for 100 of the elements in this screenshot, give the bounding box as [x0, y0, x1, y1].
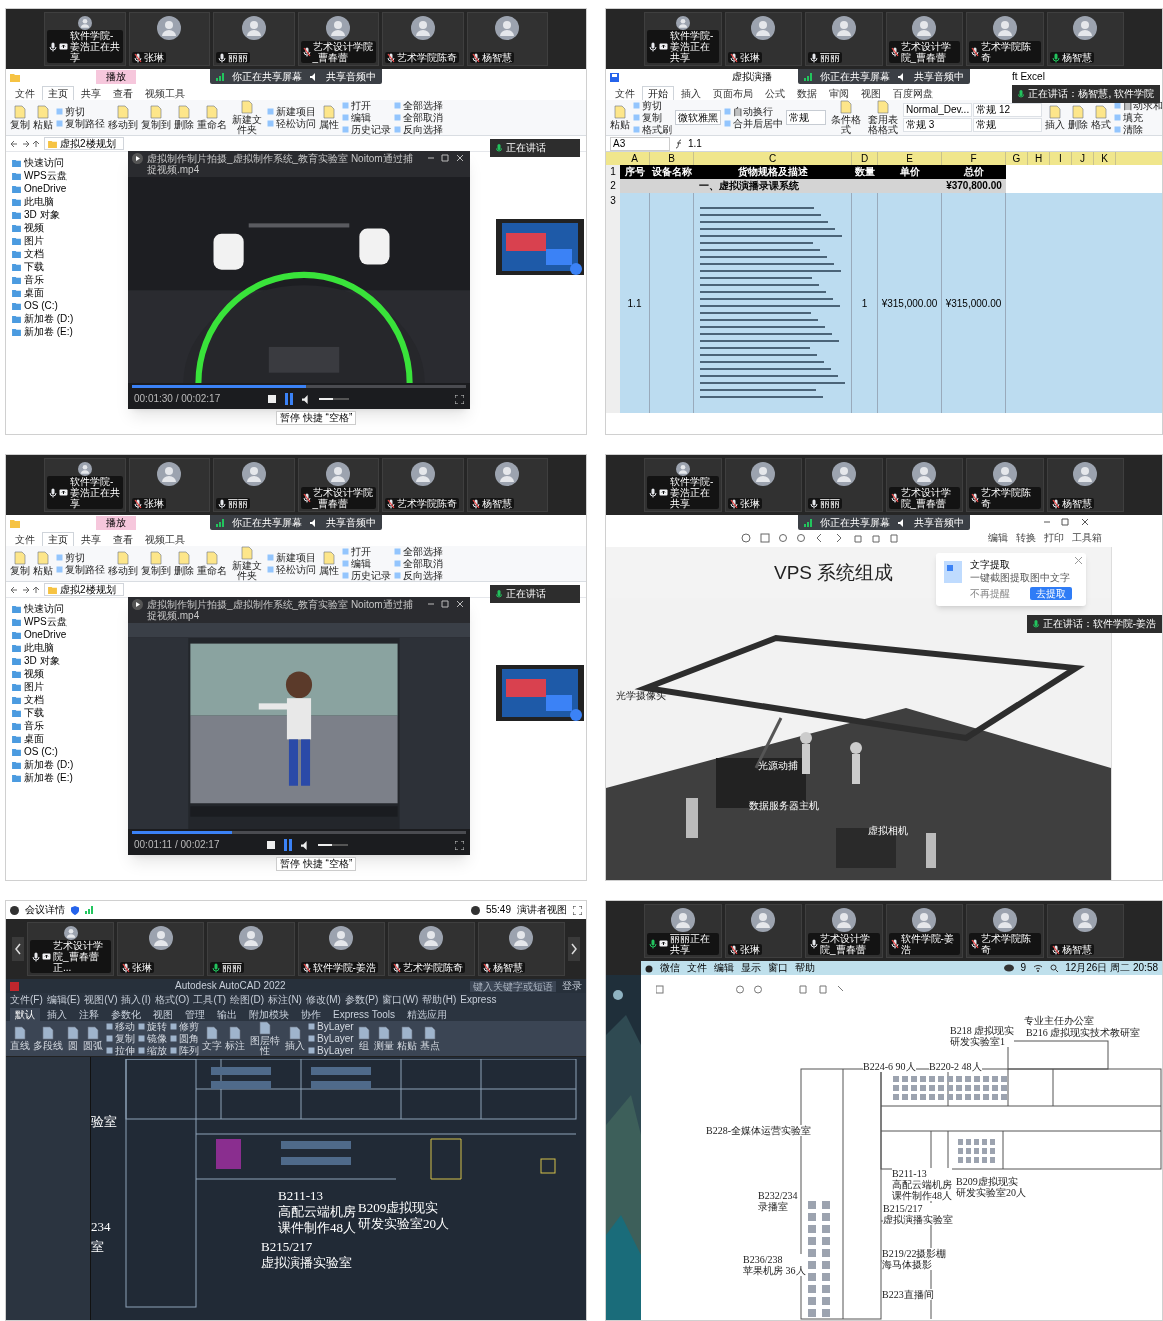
ribbon-button[interactable]: 新建文件夹	[230, 546, 264, 581]
nav-item[interactable]: WPS云盘	[12, 169, 96, 182]
ribbon-button[interactable]: 反向选择	[394, 124, 443, 135]
nav-item[interactable]: 图片	[12, 680, 96, 693]
ribbon-tab[interactable]: Express Tools	[328, 1008, 401, 1021]
ribbon-button[interactable]: 粘贴	[396, 1026, 417, 1051]
stop-icon[interactable]	[267, 841, 276, 849]
fullscreen-icon[interactable]	[573, 905, 582, 915]
ribbon-button[interactable]: 新建项目	[267, 106, 316, 117]
ribbon-button[interactable]: 移动	[106, 1021, 135, 1032]
ribbon-tab[interactable]: 协作	[296, 1008, 326, 1021]
ribbon-button[interactable]: 剪切	[633, 100, 672, 111]
ribbon-tab[interactable]: 查看	[108, 533, 138, 546]
ribbon-button[interactable]: 圆角	[170, 1033, 199, 1044]
menu-item[interactable]: 帮助	[795, 963, 815, 973]
pause-icon[interactable]	[283, 839, 294, 851]
name-box[interactable]: A3	[610, 136, 670, 151]
menu-item[interactable]: 插入(I)	[121, 994, 151, 1005]
ribbon-button[interactable]: 自动换行	[724, 106, 783, 117]
dropdown-field[interactable]: 微软雅黑	[675, 110, 721, 125]
menu-item[interactable]: 视图(V)	[84, 994, 118, 1005]
window-controls-icon[interactable]	[426, 599, 466, 609]
ribbon-button[interactable]: 历史记录	[342, 124, 391, 135]
menu-item[interactable]: 文件(F)	[10, 994, 43, 1005]
ribbon-button[interactable]: 阵列	[170, 1045, 199, 1056]
toolbar-button[interactable]: 转换	[1016, 533, 1036, 543]
ribbon-button[interactable]: 镜像	[138, 1033, 167, 1044]
ribbon-button[interactable]: 条件格式	[829, 100, 863, 135]
sign-in-button[interactable]: 登录	[562, 981, 582, 991]
ribbon-button[interactable]: 全部选择	[394, 546, 443, 557]
dismiss-link[interactable]: 不再提醒	[970, 588, 1010, 599]
cell-style[interactable]: 常规 3	[903, 118, 973, 132]
nav-item[interactable]: 桌面	[12, 286, 96, 299]
ribbon-button[interactable]: 全部取消	[394, 558, 443, 569]
nav-item[interactable]: 新加卷 (E:)	[12, 325, 96, 338]
ribbon-button[interactable]: 合并后居中	[724, 118, 783, 129]
ribbon-button[interactable]: 图层特性	[248, 1021, 282, 1056]
menu-item[interactable]: 编辑(E)	[46, 994, 81, 1005]
nav-item[interactable]: 此电脑	[12, 195, 96, 208]
ribbon-tab[interactable]: 公式	[760, 87, 790, 100]
nav-item[interactable]: 文档	[12, 247, 96, 260]
ribbon-tab[interactable]: 注释	[74, 1008, 104, 1021]
menu-item[interactable]: 参数(P)	[344, 994, 379, 1005]
progress-fill[interactable]	[132, 830, 233, 834]
nav-item[interactable]: 此电脑	[12, 641, 96, 654]
ribbon-tab[interactable]: 精选应用	[402, 1008, 453, 1021]
ribbon-button[interactable]: 重命名	[197, 551, 227, 576]
nav-item[interactable]: 音乐	[12, 719, 96, 732]
menu-item[interactable]: Express	[460, 994, 497, 1005]
ribbon-button[interactable]: 粘贴	[33, 105, 53, 130]
ribbon-button[interactable]: 编辑	[342, 558, 391, 569]
ribbon-button[interactable]: 插入	[1045, 105, 1066, 130]
ribbon-button[interactable]: 复制路径	[56, 564, 105, 575]
nav-item[interactable]: 下载	[12, 260, 96, 273]
ribbon-button[interactable]: 复制	[633, 112, 672, 123]
menu-item[interactable]: 工具(T)	[193, 994, 227, 1005]
ribbon-button[interactable]: 插入	[285, 1026, 305, 1051]
nav-item[interactable]: 快速访问	[12, 602, 96, 615]
ribbon-button[interactable]: 拉伸	[106, 1045, 135, 1056]
ribbon-button[interactable]: 填充	[1114, 112, 1162, 123]
ribbon-button[interactable]: 属性	[319, 551, 339, 576]
ribbon-button[interactable]: 重命名	[197, 105, 227, 130]
nav-item[interactable]: OS (C:)	[12, 745, 96, 758]
menu-item[interactable]: 绘图(D)	[230, 994, 265, 1005]
ribbon-button[interactable]: 删除	[174, 105, 194, 130]
function-icon[interactable]	[674, 138, 684, 149]
ribbon-button[interactable]: 打开	[342, 546, 391, 557]
ribbon-button[interactable]: 复制	[10, 105, 30, 130]
ribbon-button[interactable]: 删除	[174, 551, 194, 576]
ribbon-button[interactable]: 标注	[225, 1026, 245, 1051]
ribbon-tab[interactable]: 开始	[642, 86, 674, 100]
ribbon-button[interactable]: 圆弧	[83, 1026, 103, 1051]
ribbon-tab[interactable]: 主页	[42, 86, 74, 100]
ribbon-button[interactable]: 删除	[1068, 105, 1089, 130]
address-bar[interactable]: 虚拟2楼规划	[44, 583, 124, 596]
menu-item[interactable]: 窗口(W)	[382, 994, 419, 1005]
view-mode-dropdown[interactable]: 演讲者视图	[517, 905, 567, 915]
ribbon-button[interactable]: 清除	[1114, 124, 1162, 135]
ribbon-tab[interactable]: 视图	[148, 1008, 178, 1021]
ribbon-button[interactable]: 缩放	[138, 1045, 167, 1056]
ribbon-button[interactable]: ByLayer	[308, 1021, 354, 1032]
cell-style[interactable]: 常规 12	[973, 103, 1043, 117]
nav-item[interactable]: 快速访问	[12, 156, 96, 169]
ribbon-tab[interactable]: 共享	[76, 87, 106, 100]
extract-button[interactable]: 去提取	[1030, 587, 1072, 600]
ribbon-button[interactable]: 圆	[66, 1026, 80, 1051]
search-icon[interactable]	[1050, 964, 1059, 972]
cell-style[interactable]: Normal_Dev...	[903, 103, 973, 117]
menu-item[interactable]: 编辑	[714, 963, 734, 973]
ribbon-button[interactable]: 轻松访问	[267, 118, 316, 129]
toolbar-button[interactable]: 打印	[1044, 533, 1064, 543]
nav-item[interactable]: 文档	[12, 693, 96, 706]
pause-icon[interactable]	[284, 393, 295, 405]
address-bar[interactable]: 虚拟2楼规划	[44, 137, 124, 150]
meeting-details-link[interactable]: 会议详情	[25, 905, 65, 915]
ribbon-button[interactable]: 直线	[10, 1026, 30, 1051]
ribbon-tab[interactable]: 文件	[10, 87, 40, 100]
nav-item[interactable]: OneDrive	[12, 628, 96, 641]
save-icon[interactable]	[610, 72, 619, 82]
menu-item[interactable]: 文件	[687, 963, 707, 973]
